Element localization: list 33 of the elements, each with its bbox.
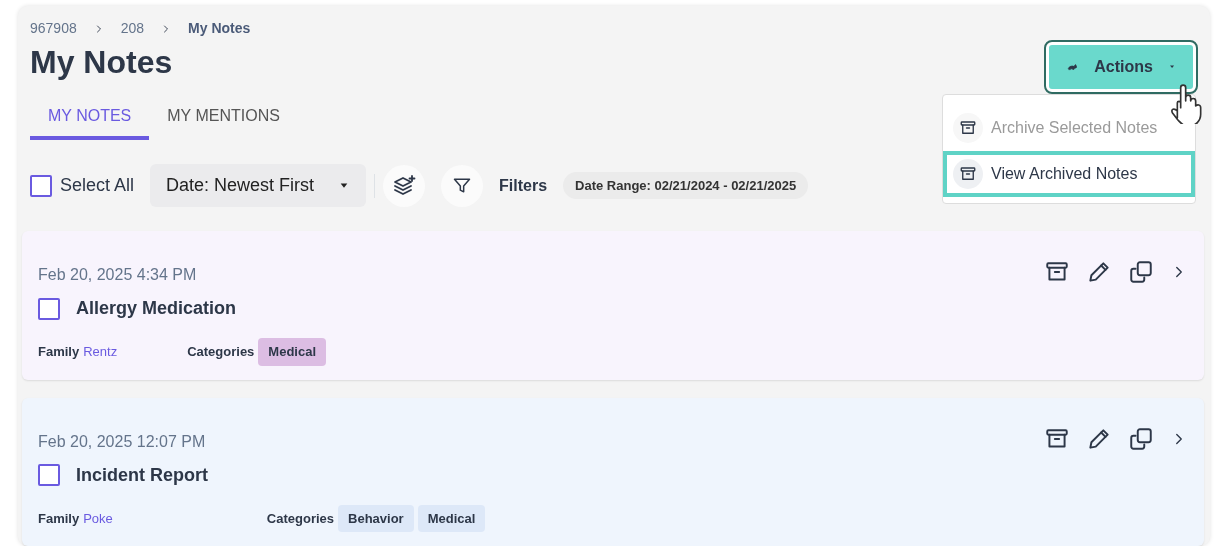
checkbox[interactable]	[38, 297, 60, 320]
archive-icon	[959, 119, 977, 137]
note-date: Feb 20, 2025 4:34 PM	[38, 265, 197, 285]
category-tag: Medical	[417, 504, 486, 532]
tab[interactable]: MY NOTES	[30, 96, 150, 140]
sort-dropdown[interactable]: Date: Newest First	[150, 164, 367, 207]
family-link[interactable]: Rentz	[83, 342, 118, 362]
field-label: Family	[38, 343, 80, 361]
note-title: Allergy Medication	[76, 297, 237, 320]
category-tag: Behavior	[338, 504, 414, 532]
breadcrumb-link[interactable]: 967908	[30, 18, 77, 39]
checkbox[interactable]	[38, 464, 60, 486]
category-tag: Medical	[258, 338, 327, 366]
note-date: Feb 20, 2025 12:07 PM	[38, 431, 206, 452]
menu-item[interactable]: View Archived Notes	[943, 151, 1195, 197]
layers-plus-icon	[392, 173, 417, 198]
actions-button[interactable]: Actions	[1046, 42, 1196, 92]
date-range-chip: Date Range: 02/21/2024 - 02/21/2025	[563, 171, 809, 200]
page-title: My Notes	[30, 43, 174, 82]
breadcrumb-link[interactable]: 208	[120, 18, 145, 39]
copy-icon[interactable]	[1128, 425, 1154, 452]
family-link[interactable]: Poke	[83, 508, 113, 528]
pencil-icon[interactable]	[1086, 259, 1112, 285]
copy-icon[interactable]	[1128, 259, 1154, 285]
archive-icon	[959, 165, 977, 183]
tab[interactable]: MY MENTIONS	[149, 96, 298, 140]
field-label: Categories	[266, 509, 335, 528]
note-title: Incident Report	[76, 463, 208, 487]
checkbox[interactable]	[30, 174, 52, 197]
field-label: Family	[38, 509, 80, 528]
filters-label: Filters	[499, 175, 548, 196]
checkbox-label: Select All	[60, 174, 135, 197]
field-label: Categories	[187, 343, 255, 361]
